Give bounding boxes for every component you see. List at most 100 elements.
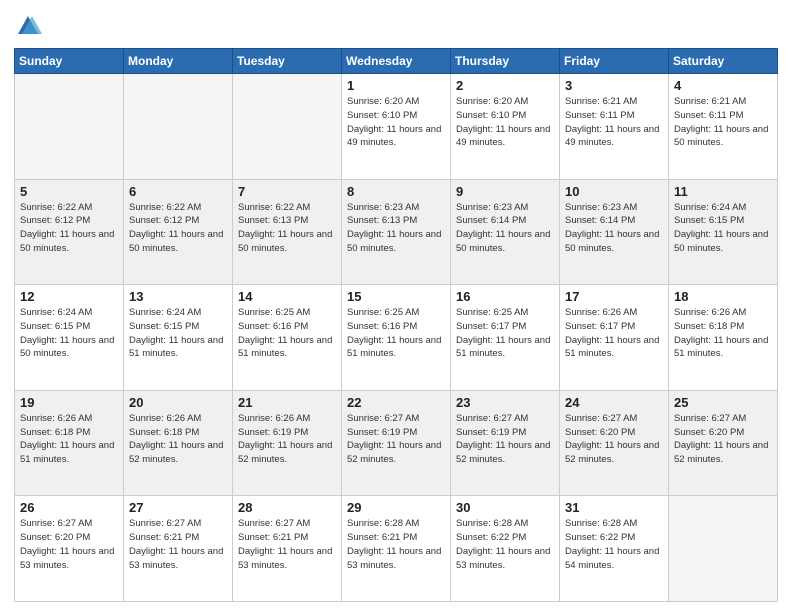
- calendar-table: SundayMondayTuesdayWednesdayThursdayFrid…: [14, 48, 778, 602]
- calendar-cell: 21 Sunrise: 6:26 AMSunset: 6:19 PMDayligh…: [233, 390, 342, 496]
- calendar-cell: 19 Sunrise: 6:26 AMSunset: 6:18 PMDayligh…: [15, 390, 124, 496]
- day-info: Sunrise: 6:26 AMSunset: 6:18 PMDaylight:…: [674, 306, 772, 361]
- calendar-cell: 16 Sunrise: 6:25 AMSunset: 6:17 PMDayligh…: [451, 285, 560, 391]
- day-number: 16: [456, 289, 554, 304]
- day-number: 6: [129, 184, 227, 199]
- calendar-cell: 4 Sunrise: 6:21 AMSunset: 6:11 PMDaylight…: [669, 74, 778, 180]
- calendar-cell: 23Sunrise: 6:27 AMSunset: 6:19 PMDayligh…: [451, 390, 560, 496]
- day-info: Sunrise: 6:28 AMSunset: 6:21 PMDaylight:…: [347, 517, 445, 572]
- day-number: 30: [456, 500, 554, 515]
- day-number: 17: [565, 289, 663, 304]
- day-number: 20: [129, 395, 227, 410]
- calendar-cell: [669, 496, 778, 602]
- logo: [14, 10, 46, 40]
- calendar-cell: 24 Sunrise: 6:27 AMSunset: 6:20 PMDayligh…: [560, 390, 669, 496]
- day-number: 24: [565, 395, 663, 410]
- day-number: 12: [20, 289, 118, 304]
- day-info: Sunrise: 6:26 AMSunset: 6:18 PMDaylight:…: [20, 412, 118, 467]
- day-number: 19: [20, 395, 118, 410]
- weekday-header-monday: Monday: [124, 49, 233, 74]
- day-info: Sunrise: 6:25 AMSunset: 6:16 PMDaylight:…: [238, 306, 336, 361]
- day-number: 21: [238, 395, 336, 410]
- day-info: Sunrise: 6:21 AMSunset: 6:11 PMDaylight:…: [674, 95, 772, 150]
- day-info: Sunrise: 6:27 AMSunset: 6:21 PMDaylight:…: [129, 517, 227, 572]
- weekday-header-sunday: Sunday: [15, 49, 124, 74]
- calendar-week-row: 1Sunrise: 6:20 AMSunset: 6:10 PMDaylight…: [15, 74, 778, 180]
- day-info: Sunrise: 6:20 AMSunset: 6:10 PMDaylight:…: [456, 95, 554, 150]
- calendar-cell: 14 Sunrise: 6:25 AMSunset: 6:16 PMDayligh…: [233, 285, 342, 391]
- day-info: Sunrise: 6:26 AMSunset: 6:17 PMDaylight:…: [565, 306, 663, 361]
- day-info: Sunrise: 6:22 AMSunset: 6:13 PMDaylight:…: [238, 201, 336, 256]
- day-number: 27: [129, 500, 227, 515]
- calendar-cell: 20Sunrise: 6:26 AMSunset: 6:18 PMDayligh…: [124, 390, 233, 496]
- calendar-cell: 3Sunrise: 6:21 AMSunset: 6:11 PMDaylight…: [560, 74, 669, 180]
- day-info: Sunrise: 6:23 AMSunset: 6:14 PMDaylight:…: [456, 201, 554, 256]
- calendar-cell: 26 Sunrise: 6:27 AMSunset: 6:20 PMDayligh…: [15, 496, 124, 602]
- day-info: Sunrise: 6:25 AMSunset: 6:16 PMDaylight:…: [347, 306, 445, 361]
- calendar-week-row: 26 Sunrise: 6:27 AMSunset: 6:20 PMDayligh…: [15, 496, 778, 602]
- calendar-cell: 2 Sunrise: 6:20 AMSunset: 6:10 PMDaylight…: [451, 74, 560, 180]
- calendar-cell: 17 Sunrise: 6:26 AMSunset: 6:17 PMDayligh…: [560, 285, 669, 391]
- day-number: 10: [565, 184, 663, 199]
- day-info: Sunrise: 6:23 AMSunset: 6:14 PMDaylight:…: [565, 201, 663, 256]
- calendar-cell: 22Sunrise: 6:27 AMSunset: 6:19 PMDayligh…: [342, 390, 451, 496]
- day-info: Sunrise: 6:27 AMSunset: 6:20 PMDaylight:…: [565, 412, 663, 467]
- logo-icon: [14, 12, 42, 40]
- calendar-cell: 31 Sunrise: 6:28 AMSunset: 6:22 PMDayligh…: [560, 496, 669, 602]
- weekday-header-row: SundayMondayTuesdayWednesdayThursdayFrid…: [15, 49, 778, 74]
- day-info: Sunrise: 6:20 AMSunset: 6:10 PMDaylight:…: [347, 95, 445, 150]
- day-number: 7: [238, 184, 336, 199]
- calendar-week-row: 12 Sunrise: 6:24 AMSunset: 6:15 PMDayligh…: [15, 285, 778, 391]
- day-number: 23: [456, 395, 554, 410]
- day-number: 25: [674, 395, 772, 410]
- weekday-header-thursday: Thursday: [451, 49, 560, 74]
- day-number: 9: [456, 184, 554, 199]
- weekday-header-tuesday: Tuesday: [233, 49, 342, 74]
- calendar-cell: 7 Sunrise: 6:22 AMSunset: 6:13 PMDaylight…: [233, 179, 342, 285]
- calendar-cell: 29 Sunrise: 6:28 AMSunset: 6:21 PMDayligh…: [342, 496, 451, 602]
- calendar-cell: 1Sunrise: 6:20 AMSunset: 6:10 PMDaylight…: [342, 74, 451, 180]
- day-info: Sunrise: 6:22 AMSunset: 6:12 PMDaylight:…: [129, 201, 227, 256]
- day-info: Sunrise: 6:27 AMSunset: 6:21 PMDaylight:…: [238, 517, 336, 572]
- calendar-cell: [15, 74, 124, 180]
- day-number: 14: [238, 289, 336, 304]
- day-number: 4: [674, 78, 772, 93]
- weekday-header-wednesday: Wednesday: [342, 49, 451, 74]
- weekday-header-friday: Friday: [560, 49, 669, 74]
- day-info: Sunrise: 6:24 AMSunset: 6:15 PMDaylight:…: [20, 306, 118, 361]
- calendar-cell: 30Sunrise: 6:28 AMSunset: 6:22 PMDayligh…: [451, 496, 560, 602]
- day-number: 2: [456, 78, 554, 93]
- day-number: 3: [565, 78, 663, 93]
- day-number: 29: [347, 500, 445, 515]
- day-number: 15: [347, 289, 445, 304]
- day-number: 5: [20, 184, 118, 199]
- calendar-cell: [124, 74, 233, 180]
- calendar-cell: 13Sunrise: 6:24 AMSunset: 6:15 PMDayligh…: [124, 285, 233, 391]
- calendar-cell: 8 Sunrise: 6:23 AMSunset: 6:13 PMDaylight…: [342, 179, 451, 285]
- day-number: 8: [347, 184, 445, 199]
- day-number: 28: [238, 500, 336, 515]
- day-number: 26: [20, 500, 118, 515]
- day-info: Sunrise: 6:25 AMSunset: 6:17 PMDaylight:…: [456, 306, 554, 361]
- calendar-cell: 10 Sunrise: 6:23 AMSunset: 6:14 PMDayligh…: [560, 179, 669, 285]
- calendar-cell: 5Sunrise: 6:22 AMSunset: 6:12 PMDaylight…: [15, 179, 124, 285]
- calendar-cell: 27 Sunrise: 6:27 AMSunset: 6:21 PMDayligh…: [124, 496, 233, 602]
- day-number: 11: [674, 184, 772, 199]
- day-info: Sunrise: 6:24 AMSunset: 6:15 PMDaylight:…: [129, 306, 227, 361]
- calendar-cell: 6 Sunrise: 6:22 AMSunset: 6:12 PMDaylight…: [124, 179, 233, 285]
- day-info: Sunrise: 6:23 AMSunset: 6:13 PMDaylight:…: [347, 201, 445, 256]
- calendar-cell: 11Sunrise: 6:24 AMSunset: 6:15 PMDayligh…: [669, 179, 778, 285]
- calendar-cell: [233, 74, 342, 180]
- day-number: 18: [674, 289, 772, 304]
- day-info: Sunrise: 6:26 AMSunset: 6:19 PMDaylight:…: [238, 412, 336, 467]
- page: SundayMondayTuesdayWednesdayThursdayFrid…: [0, 0, 792, 612]
- day-number: 31: [565, 500, 663, 515]
- calendar-cell: 28 Sunrise: 6:27 AMSunset: 6:21 PMDayligh…: [233, 496, 342, 602]
- day-info: Sunrise: 6:28 AMSunset: 6:22 PMDaylight:…: [565, 517, 663, 572]
- header: [14, 10, 778, 40]
- day-info: Sunrise: 6:27 AMSunset: 6:20 PMDaylight:…: [674, 412, 772, 467]
- calendar-cell: 18 Sunrise: 6:26 AMSunset: 6:18 PMDayligh…: [669, 285, 778, 391]
- calendar-cell: 9 Sunrise: 6:23 AMSunset: 6:14 PMDaylight…: [451, 179, 560, 285]
- day-info: Sunrise: 6:27 AMSunset: 6:20 PMDaylight:…: [20, 517, 118, 572]
- day-info: Sunrise: 6:27 AMSunset: 6:19 PMDaylight:…: [347, 412, 445, 467]
